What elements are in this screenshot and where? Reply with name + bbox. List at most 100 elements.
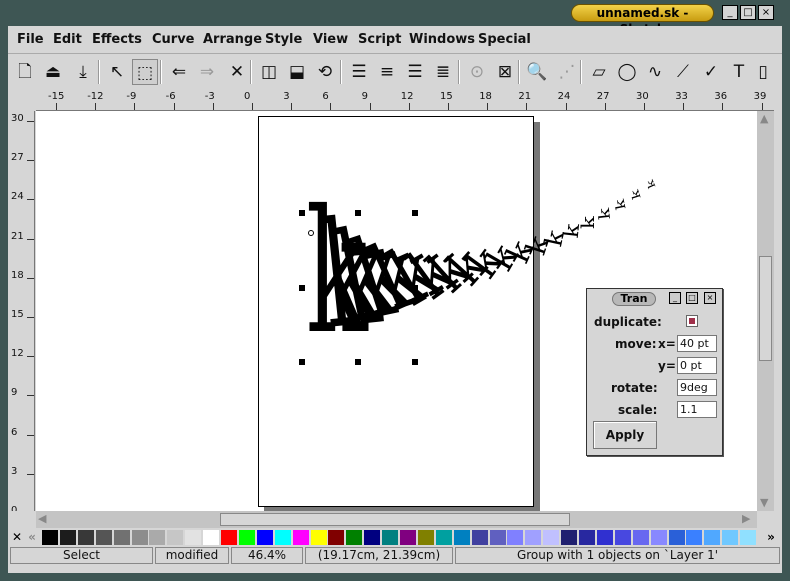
palette-close-icon[interactable]: ✕ (10, 530, 24, 545)
palette-swatch[interactable] (704, 530, 721, 545)
bezier-tool-icon[interactable]: ∿ (642, 59, 668, 85)
menu-view[interactable]: View (313, 32, 348, 47)
selection-handle[interactable] (355, 210, 361, 216)
palette-swatch[interactable] (59, 530, 76, 545)
vertical-scroll-thumb[interactable] (759, 256, 772, 361)
text-tool-icon[interactable]: T (726, 59, 752, 85)
close-button[interactable]: × (758, 5, 774, 20)
save-icon[interactable]: ⤓ (70, 59, 96, 85)
delete-icon[interactable]: ✕ (224, 59, 250, 85)
edit-tool-icon[interactable]: ↖ (104, 59, 130, 85)
palette-scroll-right-icon[interactable]: » (764, 530, 778, 545)
palette-swatch[interactable] (256, 530, 273, 545)
duplicated-glyph[interactable]: k (596, 206, 615, 220)
palette-swatch[interactable] (686, 530, 703, 545)
align-left-icon[interactable]: ☰ (346, 59, 372, 85)
vertical-scrollbar[interactable]: ▲ ▼ (757, 111, 774, 511)
palette-swatch[interactable] (722, 530, 739, 545)
palette-swatch[interactable] (42, 530, 58, 545)
ellipse-tool-icon[interactable]: ◯ (614, 59, 640, 85)
scroll-down-icon[interactable]: ▼ (760, 496, 768, 509)
menu-effects[interactable]: Effects (92, 32, 142, 47)
open-icon[interactable]: ⏏ (40, 59, 66, 85)
duplicated-glyph[interactable]: k (611, 197, 629, 211)
palette-swatch[interactable] (382, 530, 399, 545)
palette-swatch[interactable] (417, 530, 434, 545)
polyline-tool-icon[interactable]: ⟋ (670, 59, 696, 85)
palette-swatch[interactable] (507, 530, 524, 545)
undo-icon[interactable]: ⇐ (166, 59, 192, 85)
horizontal-scroll-thumb[interactable] (220, 513, 570, 526)
transform-dialog-title[interactable]: Tran (612, 292, 656, 306)
menu-arrange[interactable]: Arrange (203, 32, 262, 47)
duplicated-glyph[interactable]: k (644, 177, 658, 190)
selection-handle[interactable] (299, 359, 305, 365)
selection-handle[interactable] (355, 359, 361, 365)
rectangle-tool-icon[interactable]: ▱ (586, 59, 612, 85)
palette-swatch[interactable] (328, 530, 345, 545)
selection-handle[interactable] (299, 210, 305, 216)
palette-swatch[interactable] (668, 530, 685, 545)
vertical-ruler[interactable]: 30 27 24 21 18 15 12 9 6 3 0 (8, 111, 35, 511)
menu-style[interactable]: Style (265, 32, 302, 47)
grid-icon[interactable]: ⋰ (554, 59, 580, 85)
palette-swatch[interactable] (543, 530, 560, 545)
flip-horizontal-icon[interactable]: ◫ (256, 59, 282, 85)
palette-swatch[interactable] (346, 530, 363, 545)
duplicated-glyph[interactable]: k (578, 216, 599, 229)
scroll-left-icon[interactable]: ◀ (38, 512, 46, 525)
palette-swatch[interactable] (185, 530, 202, 545)
flip-vertical-icon[interactable]: ⬓ (284, 59, 310, 85)
rotation-center-handle[interactable] (308, 230, 314, 236)
freehand-tool-icon[interactable]: ✓ (698, 59, 724, 85)
menu-curve[interactable]: Curve (152, 32, 195, 47)
apply-button[interactable]: Apply (593, 421, 657, 449)
palette-swatch[interactable] (740, 530, 757, 545)
new-icon[interactable]: 🗋 (12, 59, 38, 85)
ungroup-icon[interactable]: ⊠ (492, 59, 518, 85)
align-right-icon[interactable]: ☰ (402, 59, 428, 85)
palette-swatch[interactable] (95, 530, 112, 545)
selection-handle[interactable] (412, 285, 418, 291)
palette-swatch[interactable] (435, 530, 452, 545)
select-tool-icon[interactable]: ⬚ (132, 59, 158, 85)
palette-swatch[interactable] (489, 530, 506, 545)
selection-handle[interactable] (299, 285, 305, 291)
palette-swatch[interactable] (632, 530, 649, 545)
redo-icon[interactable]: ⇒ (194, 59, 220, 85)
palette-swatch[interactable] (650, 530, 667, 545)
menu-special[interactable]: Special (478, 32, 531, 47)
palette-swatch[interactable] (77, 530, 94, 545)
palette-swatch[interactable] (203, 530, 220, 545)
group-icon[interactable]: ⊙ (464, 59, 490, 85)
palette-swatch[interactable] (238, 530, 255, 545)
rotate-icon[interactable]: ⟲ (312, 59, 338, 85)
selection-handle[interactable] (412, 359, 418, 365)
menu-script[interactable]: Script (358, 32, 401, 47)
move-x-input[interactable] (677, 335, 717, 352)
palette-swatch[interactable] (274, 530, 291, 545)
palette-swatch[interactable] (596, 530, 613, 545)
maximize-button[interactable]: □ (740, 5, 756, 20)
palette-swatch[interactable] (579, 530, 595, 545)
scale-input[interactable] (677, 401, 717, 418)
palette-swatch[interactable] (525, 530, 542, 545)
duplicate-checkbox[interactable] (686, 315, 698, 327)
title-bar[interactable]: unnamed.sk - Sketch _ □ × (0, 0, 790, 36)
palette-swatch[interactable] (167, 530, 184, 545)
palette-swatch[interactable] (614, 530, 631, 545)
scroll-right-icon[interactable]: ▶ (742, 512, 750, 525)
dialog-maximize-button[interactable]: □ (686, 292, 698, 304)
palette-swatch[interactable] (149, 530, 166, 545)
menu-edit[interactable]: Edit (53, 32, 82, 47)
palette-swatch[interactable] (131, 530, 148, 545)
horizontal-ruler[interactable]: -15 -12 -9 -6 -3 0 3 6 9 12 15 18 21 24 27 30 33 36 39 (36, 89, 774, 111)
menu-windows[interactable]: Windows (409, 32, 475, 47)
palette-swatch[interactable] (471, 530, 488, 545)
palette-swatch[interactable] (561, 530, 578, 545)
palette-swatch[interactable] (364, 530, 381, 545)
palette-swatch[interactable] (310, 530, 327, 545)
palette-swatch[interactable] (221, 530, 237, 545)
rotate-input[interactable] (677, 379, 717, 396)
menu-file[interactable]: File (17, 32, 44, 47)
